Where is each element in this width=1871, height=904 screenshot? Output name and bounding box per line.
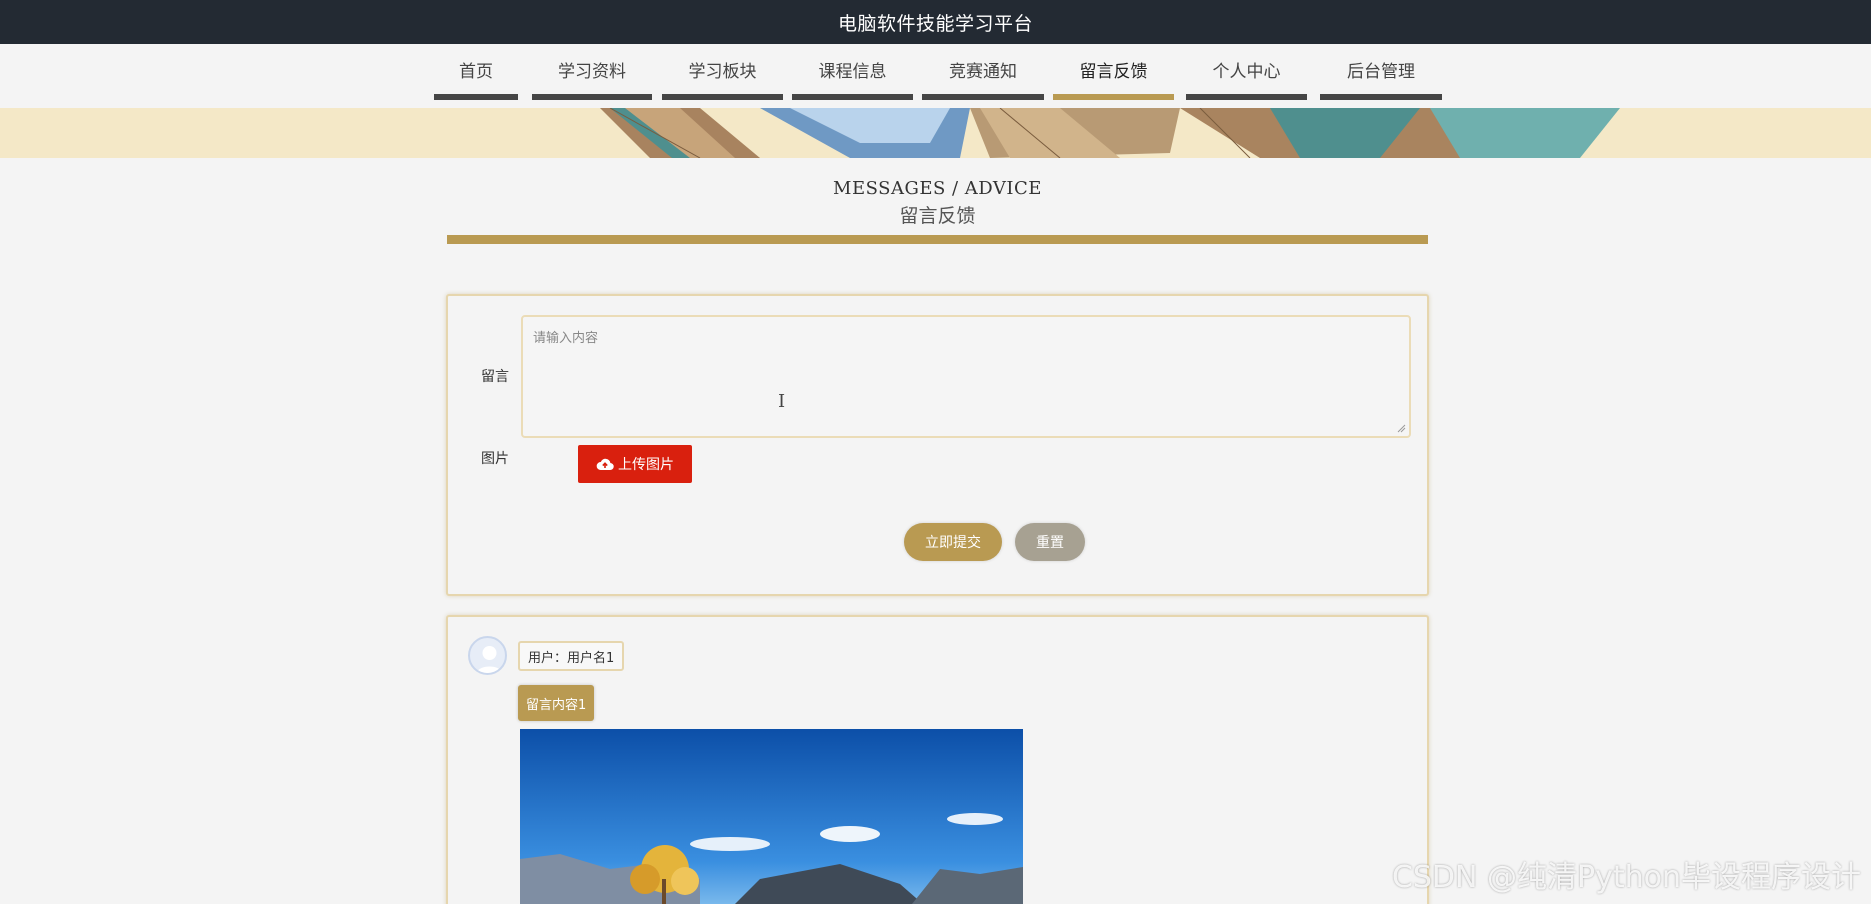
nav-item-personal-center[interactable]: 个人中心 bbox=[1186, 55, 1307, 100]
nav-item-home[interactable]: 首页 bbox=[434, 55, 518, 100]
message-user: 用户：用户名1 bbox=[518, 641, 625, 671]
nav-label: 首页 bbox=[459, 62, 493, 82]
nav-item-feedback[interactable]: 留言反馈 bbox=[1053, 55, 1174, 100]
section-title-en: MESSAGES / ADVICE bbox=[833, 178, 1042, 199]
cloud-upload-icon bbox=[596, 458, 614, 471]
nav-underline bbox=[434, 94, 518, 100]
upload-image-button[interactable]: 上传图片 bbox=[578, 445, 692, 483]
nav-label: 个人中心 bbox=[1212, 62, 1281, 82]
text-cursor-icon: I bbox=[778, 391, 786, 412]
nav-label: 课程信息 bbox=[818, 62, 887, 82]
nav-label: 竞赛通知 bbox=[949, 62, 1017, 82]
watermark: CSDN @纯清Python毕设程序设计 bbox=[1391, 860, 1861, 895]
nav-item-admin[interactable]: 后台管理 bbox=[1320, 55, 1442, 100]
message-image bbox=[520, 729, 1023, 904]
message-textarea[interactable]: 请输入内容 I bbox=[521, 315, 1411, 438]
nav-item-study-materials[interactable]: 学习资料 bbox=[532, 55, 652, 100]
reset-button[interactable]: 重置 bbox=[1015, 523, 1085, 561]
landscape-photo bbox=[520, 729, 1023, 904]
section-divider bbox=[447, 235, 1428, 244]
open-book-illustration bbox=[600, 108, 1620, 158]
nav-label: 学习板块 bbox=[688, 62, 757, 82]
banner-image bbox=[0, 108, 1871, 158]
nav-label: 留言反馈 bbox=[1079, 62, 1148, 82]
resize-grip-icon[interactable] bbox=[1397, 424, 1406, 433]
nav-underline bbox=[922, 94, 1044, 100]
message-content: 留言内容1 bbox=[518, 685, 595, 721]
nav-underline bbox=[662, 94, 783, 100]
nav-underline bbox=[792, 94, 913, 100]
nav-item-courses[interactable]: 课程信息 bbox=[792, 55, 913, 100]
message-label: 留言 bbox=[481, 369, 509, 385]
nav-underline bbox=[532, 94, 652, 100]
nav-underline bbox=[1186, 94, 1307, 100]
site-title: 电脑软件技能学习平台 bbox=[837, 12, 1033, 35]
upload-button-label: 上传图片 bbox=[618, 457, 674, 473]
nav-underline-active bbox=[1053, 94, 1174, 100]
nav-label: 后台管理 bbox=[1347, 62, 1415, 82]
feedback-form: 留言 请输入内容 I 图片 上传图片 立即提交 重置 bbox=[446, 294, 1429, 596]
nav-label: 学习资料 bbox=[558, 62, 626, 82]
image-label: 图片 bbox=[481, 451, 509, 467]
nav-item-competitions[interactable]: 竞赛通知 bbox=[922, 55, 1044, 100]
top-bar: 电脑软件技能学习平台 bbox=[0, 0, 1871, 44]
section-title-cn: 留言反馈 bbox=[899, 205, 976, 227]
user-avatar-icon bbox=[476, 646, 503, 673]
nav-underline bbox=[1320, 94, 1442, 100]
submit-button[interactable]: 立即提交 bbox=[904, 523, 1002, 561]
message-placeholder: 请输入内容 bbox=[533, 331, 599, 346]
main-nav: 首页 学习资料 学习板块 课程信息 竞赛通知 留言反馈 个人中心 后台管理 bbox=[0, 55, 1871, 101]
section-heading: MESSAGES / ADVICE 留言反馈 bbox=[447, 178, 1428, 228]
nav-item-study-sections[interactable]: 学习板块 bbox=[662, 55, 783, 100]
avatar bbox=[468, 636, 507, 675]
message-list: 用户：用户名1 留言内容1 bbox=[446, 615, 1429, 904]
